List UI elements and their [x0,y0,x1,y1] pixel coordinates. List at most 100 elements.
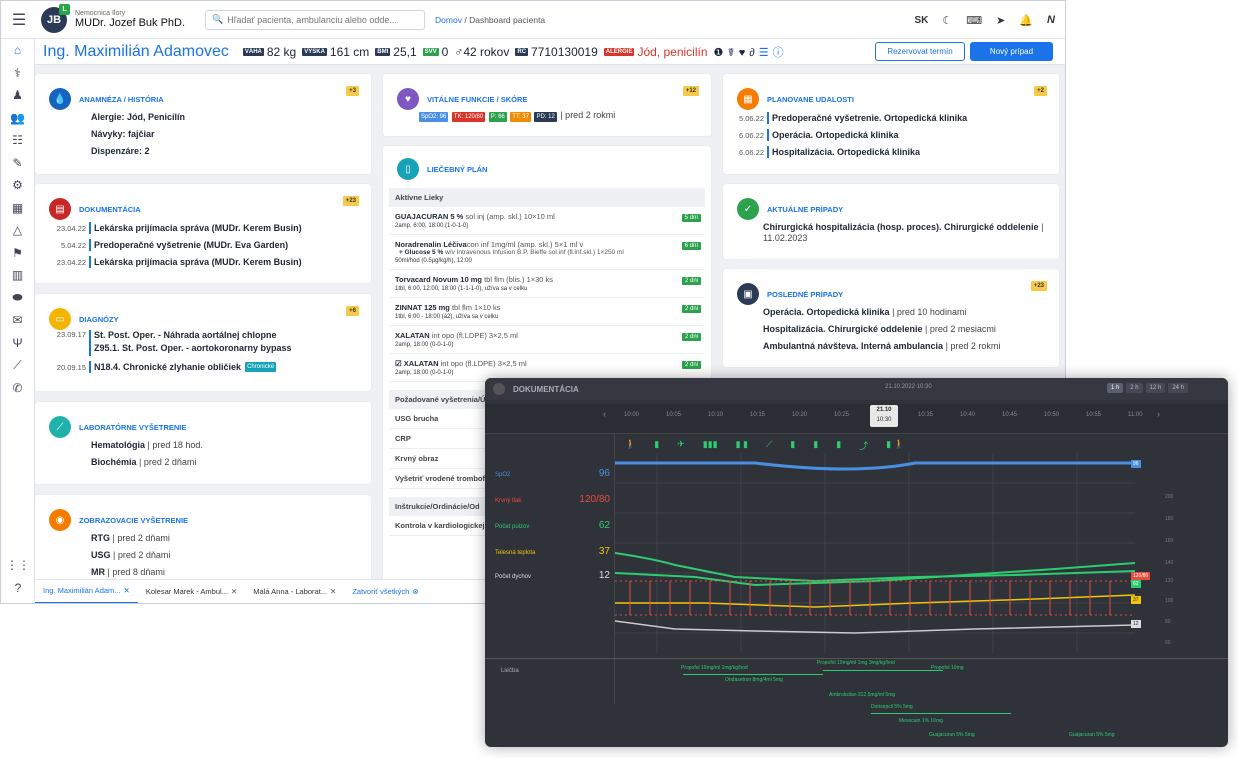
patients-icon[interactable]: 👥 [1,107,34,130]
home-icon[interactable]: ⌂ [1,39,34,62]
lab-row[interactable]: Biochémia | pred 2 dňami [35,457,371,467]
close-icon[interactable]: ✕ [231,587,237,596]
medication-row[interactable]: Torvacard Novum 10 mg tbl flm (blis.) 1×… [389,270,705,298]
alert-icon[interactable]: △ [1,219,34,242]
bell-icon[interactable]: 🔔 [1019,14,1033,27]
time-cursor[interactable]: 21.10 10:30 [870,405,898,427]
food-icon[interactable]: Ψ [1,332,34,355]
plane-icon[interactable]: ✈ [677,439,685,451]
stethoscope-icon[interactable]: ⚕ [1,62,34,85]
close-icon[interactable]: ✕ [124,586,130,595]
patient-name[interactable]: Ing. Maximilián Adamovec [43,43,229,61]
phone-icon[interactable]: ✆ [1,377,34,400]
menu-icon[interactable]: ☰ [1,10,37,30]
close-icon[interactable]: ✕ [330,587,336,596]
range-2h[interactable]: 2 h [1126,383,1143,393]
calendar-icon[interactable]: ▦ [1,197,34,220]
case-row[interactable]: Hospitalizácia. Chirurgické oddelenie | … [723,324,1059,334]
walk-icon[interactable]: ⤴ [859,439,868,451]
pill-icon[interactable]: ▮ ▮ [736,439,748,451]
documentation-card[interactable]: ▤ DOKUMENTÁCIA +23 23.04.22 Lekárska prijí… [35,184,371,283]
pill-icon[interactable]: ▮ [790,439,795,451]
list-item[interactable]: 6.06.22 Operácia. Ortopedická klinika [723,129,1059,141]
next-icon[interactable]: › [1157,409,1160,419]
imaging-card[interactable]: ◉ ZOBRAZOVACIE VYŠETRENIE RTG | pred 2 dň… [35,495,371,587]
team-icon[interactable]: ☷ [1,129,34,152]
treatment-item[interactable]: Propofol 10mg/ml 1mg/kg/hod [681,665,748,671]
pill-icon[interactable]: ⬬ [1,287,34,310]
planned-events-card[interactable]: ▦ PLANOVANE UDALOSTI +2 5.06.22 Predoperač… [723,74,1059,174]
treatment-item[interactable]: Propofol 10mg/ml 1mg 3mg/kg/hod [817,660,895,666]
list-item[interactable]: 6.06.22 Hospitalizácia. Ortopedická klini… [723,146,1059,158]
treatment-item[interactable]: Ambroksilan 312,5mg/ml 5mg [829,692,895,698]
medication-row[interactable]: GUAJACURAN 5 % sol inj (amp. skl.) 10×10… [389,207,705,235]
flag-icon[interactable]: ⚑ [1,242,34,265]
help-circle-icon[interactable]: ⓘ [773,47,788,59]
lab-card[interactable]: ⟋ LABORATÓRNE VYŠETRENIE Hematológia | pr… [35,402,371,484]
send-icon[interactable]: ➤ [996,14,1005,27]
pill-icon[interactable]: ▮ [654,439,659,451]
list-item[interactable]: 23.04.22 Lekárska prijímacia správa (MUDr… [35,256,371,268]
imaging-row[interactable]: USG | pred 2 dňami [35,550,371,560]
treatment-item[interactable]: Dorisepcil 5% 5mg [871,704,913,710]
apps-icon[interactable]: ⋮⋮ [1,554,35,577]
medication-row[interactable]: Noradrenalin Léčivacon inf 1mg/ml (amp. … [389,235,705,270]
avatar[interactable]: JB L [41,3,70,33]
treatment-item[interactable]: Mesocain 1% 10mg [899,718,943,724]
ear-icon[interactable]: ∂ [749,47,758,59]
list-icon[interactable]: ☰ [759,47,773,59]
tab-patient[interactable]: Ing. Maximilián Adam... ✕ [35,580,138,603]
range-1h[interactable]: 1 h [1106,383,1124,393]
range-24h[interactable]: 24 h [1168,383,1188,393]
breadcrumb-home[interactable]: Domov [435,15,462,25]
recent-cases-card[interactable]: ▣ POSLEDNÉ PRÍPADY +23 Operácia. Ortopedi… [723,269,1059,367]
current-cases-card[interactable]: ✓ AKTUÁLNE PRÍPADY Chirurgická hospitaliz… [723,184,1059,259]
person-icon[interactable]: 🚶 [625,439,636,451]
robot-icon[interactable]: ⚙ [1,174,34,197]
tab-patient[interactable]: Kolesar Marek - Ambul... ✕ [138,580,245,604]
building-icon[interactable]: ▥ [1,264,34,287]
dark-mode-icon[interactable]: ☾ [942,14,952,27]
medication-row[interactable]: XALATAN int opo (fl.LDPE) 3×2,5 ml 2amp, … [389,326,705,354]
list-item[interactable]: 23.09.17 St. Post. Oper. - Náhrada aortá… [35,330,371,356]
reserve-button[interactable]: Rezervovat termín [875,42,965,61]
list-item[interactable]: 5.04.22 Predoperačné vyšetrenie (MUDr. Ev… [35,239,371,251]
anamnesis-card[interactable]: 💧 ANAMNÉZA / HISTÓRIA +3 Alergie: Jód, Pe… [35,74,371,174]
syringe-icon[interactable]: ⟋ [1,354,34,377]
pen-icon[interactable]: ✎ [1,152,34,175]
pill-icon[interactable]: ▮ [813,439,818,451]
doctor-icon[interactable]: ♟ [1,84,34,107]
treatment-item[interactable]: Ondasetron 8mg/4ml 5mg [725,677,783,683]
prev-icon[interactable]: ‹ [603,409,606,419]
pills-icon[interactable]: ▮▮▮ [703,439,718,451]
case-row[interactable]: Ambulantná návšteva. Interná ambulancia … [723,341,1059,351]
tab-patient[interactable]: Malá Anna - Laborat... ✕ [245,580,344,604]
case-row[interactable]: Chirurgická hospitalizácia (hosp. proces… [723,222,1059,245]
pill-icon[interactable]: ▮ 🚶 [886,439,905,451]
help-icon[interactable]: ? [1,577,35,600]
range-12h[interactable]: 12 h [1145,383,1166,393]
syringe-icon[interactable]: ⟋ [766,439,772,451]
language-switch[interactable]: SK [914,15,928,26]
list-item[interactable]: 23.04.22 Lekárska prijímacia správa (MUDr… [35,222,371,234]
imaging-row[interactable]: RTG | pred 2 dňami [35,533,371,543]
new-case-button[interactable]: Nový prípad [970,42,1053,61]
pill-icon[interactable]: ▮ [836,439,841,451]
vitals-card[interactable]: ♥ VITÁLNE FUNKCIE / SKÓRE +12 SpO2: 96 TK… [383,74,711,136]
list-item[interactable]: 5.06.22 Predoperačné vyšetrenie. Ortopedi… [723,112,1059,124]
medication-row[interactable]: ZINNAT 125 mg tbl flm 1×10 ks 1tbl, 6:00 … [389,298,705,326]
keyboard-icon[interactable]: ⌨ [966,14,982,27]
heart-icon[interactable]: ♥ [739,47,750,59]
mail-icon[interactable]: ✉ [1,309,34,332]
search-input[interactable] [227,14,418,25]
close-all-tabs[interactable]: Zatvoriť všetkých ⊗ [344,580,426,604]
list-item[interactable]: 20.09.15 N18.4. Chronické zlyhanie obliči… [35,361,371,373]
info-icon[interactable]: ❶ [714,47,728,59]
diagnoses-card[interactable]: ▭ DIAGNÓZY +6 23.09.17 St. Post. Oper. - … [35,294,371,391]
walk-icon[interactable]: ☤ [727,47,738,59]
search-box[interactable]: 🔍 [205,9,426,30]
treatment-item[interactable]: Guajacuran 5% 5mg [1069,732,1115,738]
treatment-item[interactable]: Guajacuran 5% 5mg [929,732,975,738]
case-row[interactable]: Operácia. Ortopedická klinika | pred 10 … [723,307,1059,317]
imaging-row[interactable]: MR | pred 8 dňami [35,567,371,577]
